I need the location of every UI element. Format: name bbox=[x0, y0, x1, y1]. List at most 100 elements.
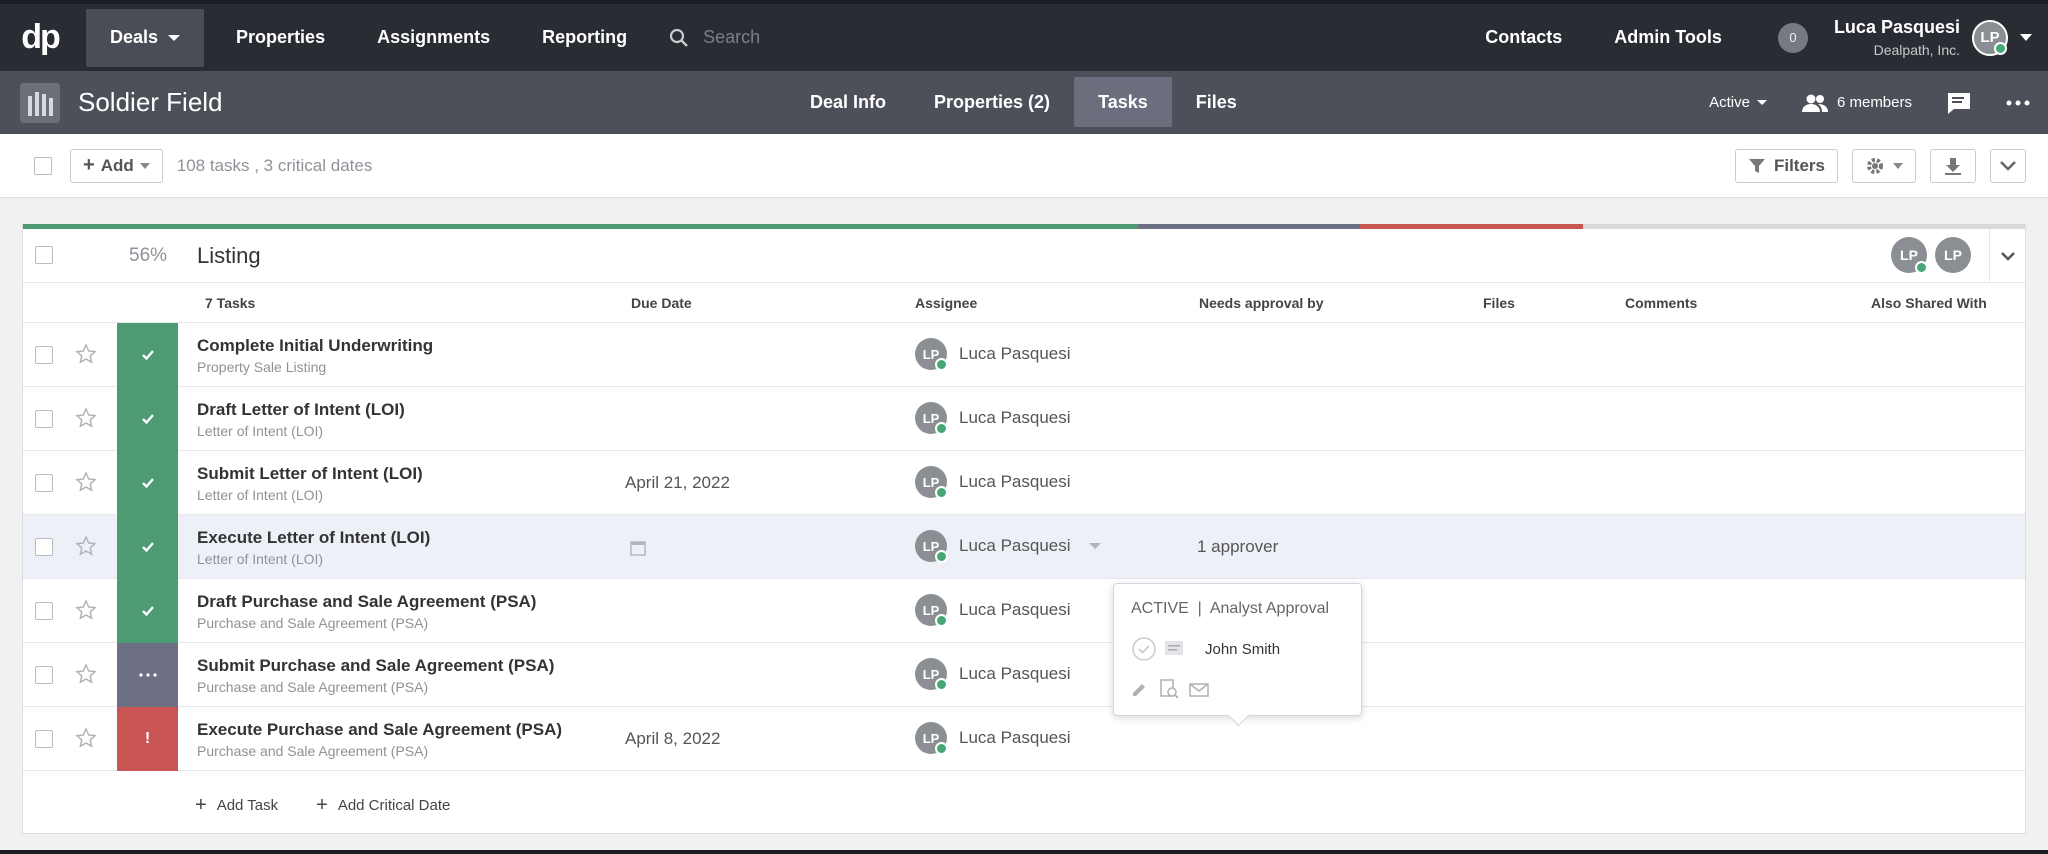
tab-files[interactable]: Files bbox=[1172, 77, 1261, 127]
col-comments[interactable]: Comments bbox=[1625, 295, 1697, 311]
chevron-down-icon bbox=[139, 162, 150, 169]
task-row[interactable]: Submit Purchase and Sale Agreement (PSA)… bbox=[23, 643, 2025, 707]
user-avatar[interactable]: LP bbox=[1972, 19, 2008, 56]
member-avatar[interactable]: LP bbox=[1935, 237, 1971, 273]
task-due-date[interactable]: April 8, 2022 bbox=[625, 729, 720, 749]
nav-deals[interactable]: Deals bbox=[86, 8, 205, 67]
task-due-date[interactable]: April 21, 2022 bbox=[625, 473, 730, 493]
task-status-done[interactable] bbox=[117, 451, 178, 515]
col-needs-approval[interactable]: Needs approval by bbox=[1199, 295, 1324, 311]
task-row[interactable]: Complete Initial Underwriting Property Sa… bbox=[23, 323, 2025, 387]
mail-icon[interactable] bbox=[1188, 678, 1210, 698]
col-due-date[interactable]: Due Date bbox=[631, 295, 692, 311]
task-row[interactable]: Submit Letter of Intent (LOI) Letter of I… bbox=[23, 451, 2025, 515]
task-assignee[interactable]: LP Luca Pasquesi bbox=[915, 338, 1071, 371]
task-assignee[interactable]: LP Luca Pasquesi bbox=[915, 402, 1071, 435]
star-icon[interactable] bbox=[75, 343, 97, 365]
user-menu-chevron-icon[interactable] bbox=[2020, 34, 2032, 41]
check-circle-icon[interactable] bbox=[1131, 636, 1157, 662]
tab-deal-info[interactable]: Deal Info bbox=[786, 77, 910, 127]
member-avatar[interactable]: LP bbox=[1891, 237, 1928, 274]
section-header[interactable]: 56% Listing LP LP bbox=[23, 229, 2025, 283]
task-status-done[interactable] bbox=[117, 515, 178, 579]
section-checkbox[interactable] bbox=[35, 246, 53, 264]
task-checkbox[interactable] bbox=[35, 474, 53, 492]
add-row: + Add Task + Add Critical Date bbox=[23, 777, 2025, 833]
task-assignee[interactable]: LP Luca Pasquesi bbox=[915, 722, 1071, 755]
task-row[interactable]: ! Execute Purchase and Sale Agreement (PS… bbox=[23, 707, 2025, 771]
check-icon bbox=[141, 414, 154, 425]
task-checkbox[interactable] bbox=[35, 602, 53, 620]
tab-tasks[interactable]: Tasks bbox=[1074, 77, 1172, 127]
add-task-button[interactable]: + Add Task bbox=[195, 794, 278, 817]
tab-properties[interactable]: Properties (2) bbox=[910, 77, 1074, 127]
col-files[interactable]: Files bbox=[1483, 295, 1515, 311]
calendar-icon[interactable] bbox=[629, 539, 647, 557]
comment-icon[interactable] bbox=[1163, 639, 1185, 659]
assignee-name: Luca Pasquesi bbox=[959, 664, 1071, 683]
task-row[interactable]: Draft Letter of Intent (LOI) Letter of In… bbox=[23, 387, 2025, 451]
task-assignee[interactable]: LP Luca Pasquesi bbox=[915, 658, 1071, 691]
task-name[interactable]: Draft Letter of Intent (LOI) bbox=[197, 400, 405, 420]
add-button[interactable]: + Add bbox=[70, 148, 163, 183]
task-name[interactable]: Complete Initial Underwriting bbox=[197, 336, 433, 356]
task-status-done[interactable] bbox=[117, 323, 178, 387]
nav-assignments[interactable]: Assignments bbox=[351, 4, 516, 71]
star-icon[interactable] bbox=[75, 727, 97, 749]
chevron-down-icon[interactable] bbox=[1088, 543, 1101, 549]
task-checkbox[interactable] bbox=[35, 346, 53, 364]
task-checkbox[interactable] bbox=[35, 410, 53, 428]
task-status-overdue[interactable]: ! bbox=[117, 707, 178, 771]
star-icon[interactable] bbox=[75, 471, 97, 493]
task-name[interactable]: Submit Letter of Intent (LOI) bbox=[197, 464, 423, 484]
task-status-done[interactable] bbox=[117, 579, 178, 643]
task-assignee[interactable]: LP Luca Pasquesi bbox=[915, 530, 1101, 563]
task-name[interactable]: Execute Purchase and Sale Agreement (PSA… bbox=[197, 720, 562, 740]
star-icon[interactable] bbox=[75, 535, 97, 557]
comments-button[interactable] bbox=[1946, 91, 1972, 115]
star-icon[interactable] bbox=[75, 599, 97, 621]
task-name[interactable]: Draft Purchase and Sale Agreement (PSA) bbox=[197, 592, 536, 612]
notification-badge[interactable]: 0 bbox=[1777, 22, 1808, 53]
search-input[interactable]: Search bbox=[703, 27, 760, 48]
download-button[interactable] bbox=[1930, 148, 1976, 183]
filters-button[interactable]: Filters bbox=[1734, 148, 1838, 183]
edit-icon[interactable] bbox=[1130, 678, 1150, 698]
task-status-done[interactable] bbox=[117, 387, 178, 451]
deal-status-dropdown[interactable]: Active bbox=[1709, 94, 1767, 111]
task-status-in-progress[interactable] bbox=[117, 643, 178, 707]
task-category: Letter of Intent (LOI) bbox=[197, 423, 324, 439]
task-name[interactable]: Submit Purchase and Sale Agreement (PSA) bbox=[197, 656, 554, 676]
members-button[interactable]: 6 members bbox=[1801, 93, 1912, 113]
section-collapse-button[interactable] bbox=[1989, 229, 2025, 283]
task-checkbox[interactable] bbox=[35, 730, 53, 748]
search-box[interactable]: Search bbox=[669, 27, 760, 48]
task-name[interactable]: Execute Letter of Intent (LOI) bbox=[197, 528, 430, 548]
task-assignee[interactable]: LP Luca Pasquesi bbox=[915, 594, 1071, 627]
task-row[interactable]: Draft Purchase and Sale Agreement (PSA) P… bbox=[23, 579, 2025, 643]
more-options-button[interactable] bbox=[2006, 100, 2030, 106]
select-all-checkbox[interactable] bbox=[34, 156, 52, 175]
task-assignee[interactable]: LP Luca Pasquesi bbox=[915, 466, 1071, 499]
task-checkbox[interactable] bbox=[35, 666, 53, 684]
star-icon[interactable] bbox=[75, 663, 97, 685]
col-assignee[interactable]: Assignee bbox=[915, 295, 977, 311]
col-tasks[interactable]: 7 Tasks bbox=[205, 295, 255, 311]
task-section-listing: 56% Listing LP LP 7 Tasks Due Date Assig… bbox=[22, 224, 2026, 834]
nav-contacts[interactable]: Contacts bbox=[1459, 4, 1588, 71]
task-checkbox[interactable] bbox=[35, 538, 53, 556]
dealpath-logo[interactable]: dp bbox=[0, 4, 80, 71]
col-also-shared[interactable]: Also Shared With bbox=[1871, 295, 1987, 311]
nav-admin-tools[interactable]: Admin Tools bbox=[1588, 4, 1748, 71]
add-critical-date-button[interactable]: + Add Critical Date bbox=[316, 794, 450, 817]
approval-count[interactable]: 1 approver bbox=[1197, 537, 1278, 557]
settings-dropdown[interactable] bbox=[1852, 148, 1916, 183]
document-search-icon[interactable] bbox=[1158, 678, 1180, 700]
deal-header: Soldier Field Deal Info Properties (2) T… bbox=[0, 71, 2048, 134]
task-row[interactable]: Execute Letter of Intent (LOI) Letter of … bbox=[23, 515, 2025, 579]
user-info[interactable]: Luca Pasquesi Dealpath, Inc. bbox=[1834, 17, 1960, 58]
star-icon[interactable] bbox=[75, 407, 97, 429]
nav-properties[interactable]: Properties bbox=[210, 4, 351, 71]
collapse-all-button[interactable] bbox=[1990, 148, 2026, 183]
nav-reporting[interactable]: Reporting bbox=[516, 4, 653, 71]
